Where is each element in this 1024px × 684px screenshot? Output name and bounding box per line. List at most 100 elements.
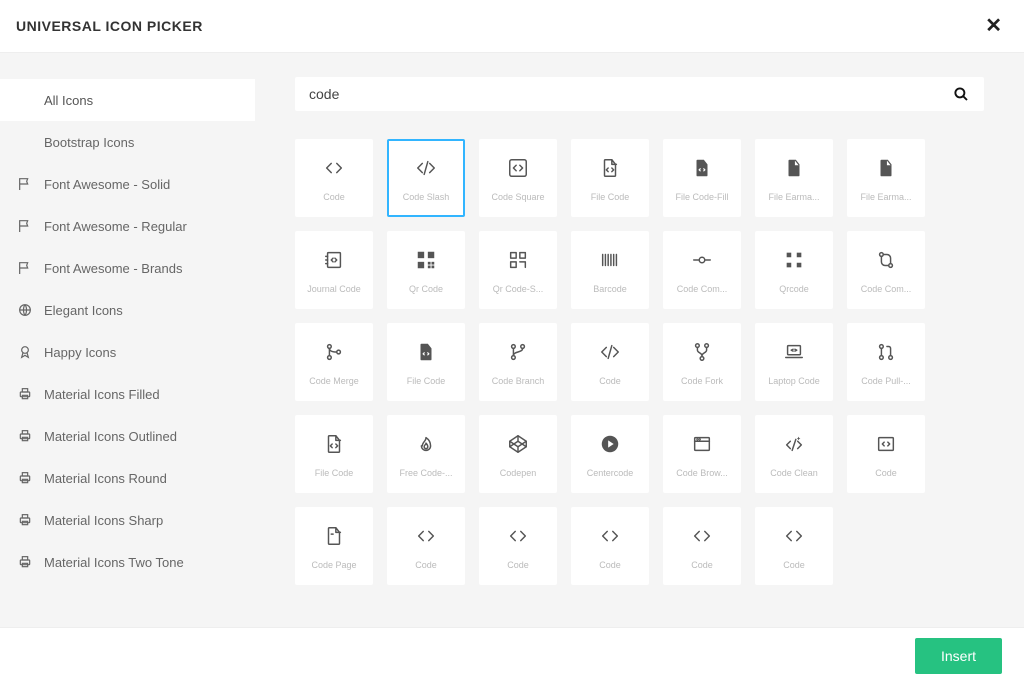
icon-card[interactable]: Code [295,139,373,217]
icon-grid-wrap[interactable]: CodeCode SlashCode SquareFile CodeFile C… [295,139,984,615]
library-icon [16,259,34,277]
icon-card[interactable]: Codepen [479,415,557,493]
pull-request-icon [872,338,900,366]
icon-card[interactable]: File Code [295,415,373,493]
icon-label: File Earma... [768,192,819,202]
main-panel: CodeCode SlashCode SquareFile CodeFile C… [255,53,1024,627]
library-icon [16,175,34,193]
icon-card[interactable]: Code [847,415,925,493]
sidebar-item[interactable]: Bootstrap Icons [0,121,255,163]
file-code-fill-icon [688,154,716,182]
code-icon [504,522,532,550]
icon-label: File Code [315,468,354,478]
icon-card[interactable]: Qr Code-S... [479,231,557,309]
icon-label: Code Slash [403,192,450,202]
icon-card[interactable]: Centercode [571,415,649,493]
icon-card[interactable]: Code Pull-... [847,323,925,401]
icon-card[interactable]: Free Code-... [387,415,465,493]
icon-card[interactable]: Code [571,323,649,401]
icon-grid: CodeCode SlashCode SquareFile CodeFile C… [295,139,984,585]
library-icon [16,511,34,529]
sidebar-item-label: Material Icons Filled [44,387,160,402]
icon-label: Code Clean [770,468,818,478]
icon-label: Codepen [500,468,537,478]
sidebar-item[interactable]: Material Icons Outlined [0,415,255,457]
icon-card[interactable]: Code [755,507,833,585]
icon-card[interactable]: Code [571,507,649,585]
search-wrap [295,77,984,111]
code-square-icon [504,154,532,182]
icon-label: File Code-Fill [675,192,728,202]
sidebar-item[interactable]: Material Icons Sharp [0,499,255,541]
sidebar-item[interactable]: Elegant Icons [0,289,255,331]
code-icon [412,522,440,550]
icon-card[interactable]: Code Clean [755,415,833,493]
icon-card[interactable]: File Code [571,139,649,217]
icon-label: Code [323,192,345,202]
sidebar-item[interactable]: Font Awesome - Regular [0,205,255,247]
page-icon [320,522,348,550]
library-icon [16,385,34,403]
insert-button[interactable]: Insert [915,638,1002,674]
laptop-icon [780,338,808,366]
icon-label: Code [875,468,897,478]
icon-label: Code [599,376,621,386]
sidebar-item[interactable]: Material Icons Filled [0,373,255,415]
sidebar-item[interactable]: Happy Icons [0,331,255,373]
icon-card[interactable]: Code Com... [663,231,741,309]
close-button[interactable]: ✕ [979,12,1008,40]
footer: Insert [0,627,1024,684]
code-slash-icon [596,338,624,366]
icon-card[interactable]: File Earma... [755,139,833,217]
file-earmark-icon [872,154,900,182]
icon-card[interactable]: Laptop Code [755,323,833,401]
library-icon [16,469,34,487]
icon-card[interactable]: Code [479,507,557,585]
code-icon [688,522,716,550]
icon-label: Code Com... [677,284,728,294]
icon-card[interactable]: Qr Code [387,231,465,309]
icon-card[interactable]: File Earma... [847,139,925,217]
compare-icon [872,246,900,274]
icon-label: Code [599,560,621,570]
icon-card[interactable]: Code Branch [479,323,557,401]
branch-icon [504,338,532,366]
icon-card[interactable]: Code Page [295,507,373,585]
icon-label: Journal Code [307,284,361,294]
icon-card[interactable]: Code Com... [847,231,925,309]
icon-card[interactable]: Code Slash [387,139,465,217]
journal-icon [320,246,348,274]
sidebar-item[interactable]: Material Icons Round [0,457,255,499]
browser-icon [688,430,716,458]
close-icon: ✕ [985,15,1002,37]
fork-icon [688,338,716,366]
file-earmark-icon [780,154,808,182]
icon-label: Code Fork [681,376,723,386]
icon-card[interactable]: Qrcode [755,231,833,309]
sidebar-item[interactable]: Material Icons Two Tone [0,541,255,583]
icon-card[interactable]: File Code [387,323,465,401]
icon-card[interactable]: Code Square [479,139,557,217]
search-input[interactable] [309,86,952,102]
icon-card[interactable]: Journal Code [295,231,373,309]
icon-card[interactable]: Code Brow... [663,415,741,493]
fire-icon [412,430,440,458]
icon-card[interactable]: Code [387,507,465,585]
icon-card[interactable]: File Code-Fill [663,139,741,217]
sidebar-item[interactable]: Font Awesome - Solid [0,163,255,205]
icon-label: Laptop Code [768,376,820,386]
qr-scan-icon [504,246,532,274]
sidebar-item-label: Material Icons Two Tone [44,555,184,570]
sidebar-item[interactable]: All Icons [0,79,255,121]
clean-icon [780,430,808,458]
icon-label: Code Page [311,560,356,570]
sidebar-item-label: Font Awesome - Brands [44,261,183,276]
sidebar-item[interactable]: Font Awesome - Brands [0,247,255,289]
search-icon [952,85,970,103]
icon-card[interactable]: Code Fork [663,323,741,401]
icon-label: Barcode [593,284,627,294]
icon-card[interactable]: Code Merge [295,323,373,401]
icon-card[interactable]: Barcode [571,231,649,309]
library-icon [16,553,34,571]
icon-card[interactable]: Code [663,507,741,585]
